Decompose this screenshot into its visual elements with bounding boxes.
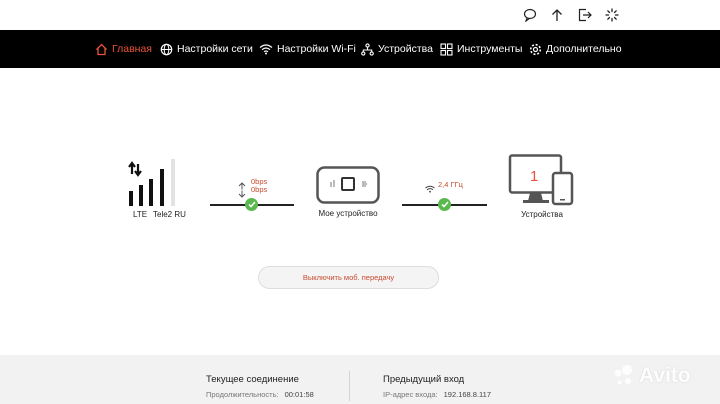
nav-item-wifi-settings[interactable]: Настройки Wi-Fi — [259, 30, 356, 68]
check-icon — [438, 198, 451, 211]
operator-label: Tele2 RU — [153, 210, 186, 219]
devices-label: Устройства — [521, 210, 563, 219]
top-toolbar — [0, 0, 720, 30]
wifi-band-label: 2,4 ГГц — [438, 180, 463, 189]
home-icon — [96, 43, 107, 55]
globe-icon — [160, 43, 173, 55]
tools-icon — [440, 42, 453, 56]
watermark-text: Avito — [639, 364, 691, 387]
ip-label: IP-адрес входа: — [383, 390, 438, 399]
router-device-icon — [316, 166, 380, 209]
nav-item-network-settings[interactable]: Настройки сети — [160, 30, 253, 68]
disable-mobile-data-button[interactable]: Выключить моб. передачу — [258, 266, 439, 289]
network-type-label: LTE — [133, 210, 148, 219]
nav-item-label: Настройки Wi-Fi — [277, 43, 356, 55]
nav-item-label: Настройки сети — [177, 43, 253, 55]
nav-item-label: Дополнительно — [546, 43, 622, 55]
duration-value: 00:01:58 — [284, 390, 314, 399]
ip-row: IP-адрес входа: 192.168.8.117 — [383, 390, 491, 399]
nav-item-label: Главная — [112, 43, 152, 55]
nav-item-label: Устройства — [378, 43, 433, 55]
connected-devices-icon[interactable]: 1 — [508, 154, 574, 208]
previous-login-title: Предыдущий вход — [383, 374, 465, 385]
main-navbar: Главная Настройки сети Настройки Wi-Fi У… — [0, 30, 720, 68]
duration-row: Продолжительность: 00:01:58 — [206, 390, 314, 399]
gear-icon — [529, 43, 542, 55]
wifi-icon — [259, 44, 273, 55]
avito-logo-icon — [614, 365, 632, 385]
download-speed: 0bps — [251, 185, 268, 194]
my-device-label: Мое устройство — [318, 209, 378, 218]
nav-item-devices[interactable]: Устройства — [361, 30, 433, 68]
duration-label: Продолжительность: — [206, 390, 279, 399]
loading-icon[interactable] — [603, 6, 621, 24]
signal-strength-icon — [127, 158, 189, 211]
current-connection-title: Текущее соединение — [206, 374, 299, 385]
check-icon — [245, 198, 258, 211]
nav-item-label: Инструменты — [457, 43, 523, 55]
avito-watermark: Avito — [612, 364, 691, 388]
nav-item-advanced[interactable]: Дополнительно — [529, 30, 622, 68]
footer-divider — [349, 371, 350, 401]
message-icon[interactable] — [521, 6, 539, 24]
logout-icon[interactable] — [576, 6, 594, 24]
wifi-small-icon — [425, 180, 435, 198]
devices-count: 1 — [530, 168, 539, 185]
devices-icon — [361, 42, 374, 56]
ip-value: 192.168.8.117 — [443, 390, 492, 399]
nav-item-home[interactable]: Главная — [95, 30, 152, 68]
nav-item-tools[interactable]: Инструменты — [440, 30, 522, 68]
download-arrow-icon — [238, 185, 246, 203]
upload-icon[interactable] — [548, 6, 566, 24]
